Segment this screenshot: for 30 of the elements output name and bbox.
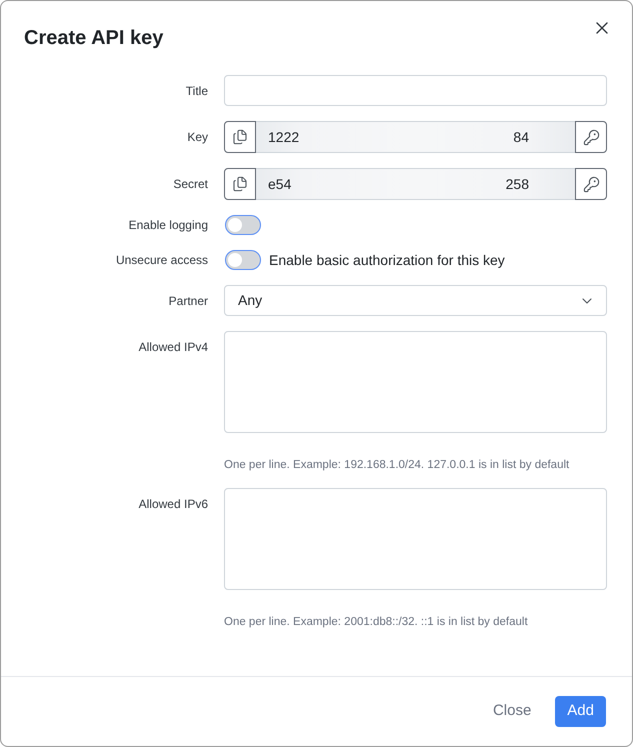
textarea-field[interactable]	[224, 331, 607, 433]
copy-button[interactable]	[224, 121, 256, 153]
add-button[interactable]: Add	[555, 696, 606, 727]
copy-icon	[232, 129, 248, 145]
field-label: Secret	[173, 176, 208, 192]
key-icon	[582, 176, 600, 192]
field-label: Title	[186, 82, 208, 98]
copy-button[interactable]	[224, 168, 256, 200]
toggle-switch[interactable]	[225, 215, 261, 235]
help-text: One per line. Example: 2001:db8::/32. ::1 is in list by default	[224, 615, 528, 630]
readonly-value-field: 1222 84	[256, 121, 575, 153]
dialog-title: Create API key	[24, 26, 164, 51]
textarea-field[interactable]	[224, 488, 607, 590]
field-label: Unsecure access	[116, 252, 208, 268]
field-label: Partner	[168, 292, 208, 308]
key-icon	[582, 128, 600, 146]
toggle-caption: Enable basic authorization for this key	[269, 250, 505, 270]
field-label: Allowed IPv4	[138, 339, 208, 355]
partner-select[interactable]: Any	[224, 285, 607, 316]
text-input-field[interactable]	[224, 75, 607, 106]
close-text-button[interactable]: Close	[484, 696, 540, 727]
field-label: Key	[187, 129, 208, 145]
readonly-value-field: e54 258	[256, 168, 575, 200]
key-button[interactable]	[575, 121, 607, 153]
field-label: Enable logging	[128, 217, 208, 233]
key-button[interactable]	[575, 168, 607, 200]
help-text: One per line. Example: 192.168.1.0/24. 127.0.0.1 is in list by default	[224, 458, 570, 473]
copy-icon	[232, 176, 248, 192]
toggle-switch[interactable]	[225, 250, 261, 270]
field-label: Allowed IPv6	[138, 496, 208, 512]
